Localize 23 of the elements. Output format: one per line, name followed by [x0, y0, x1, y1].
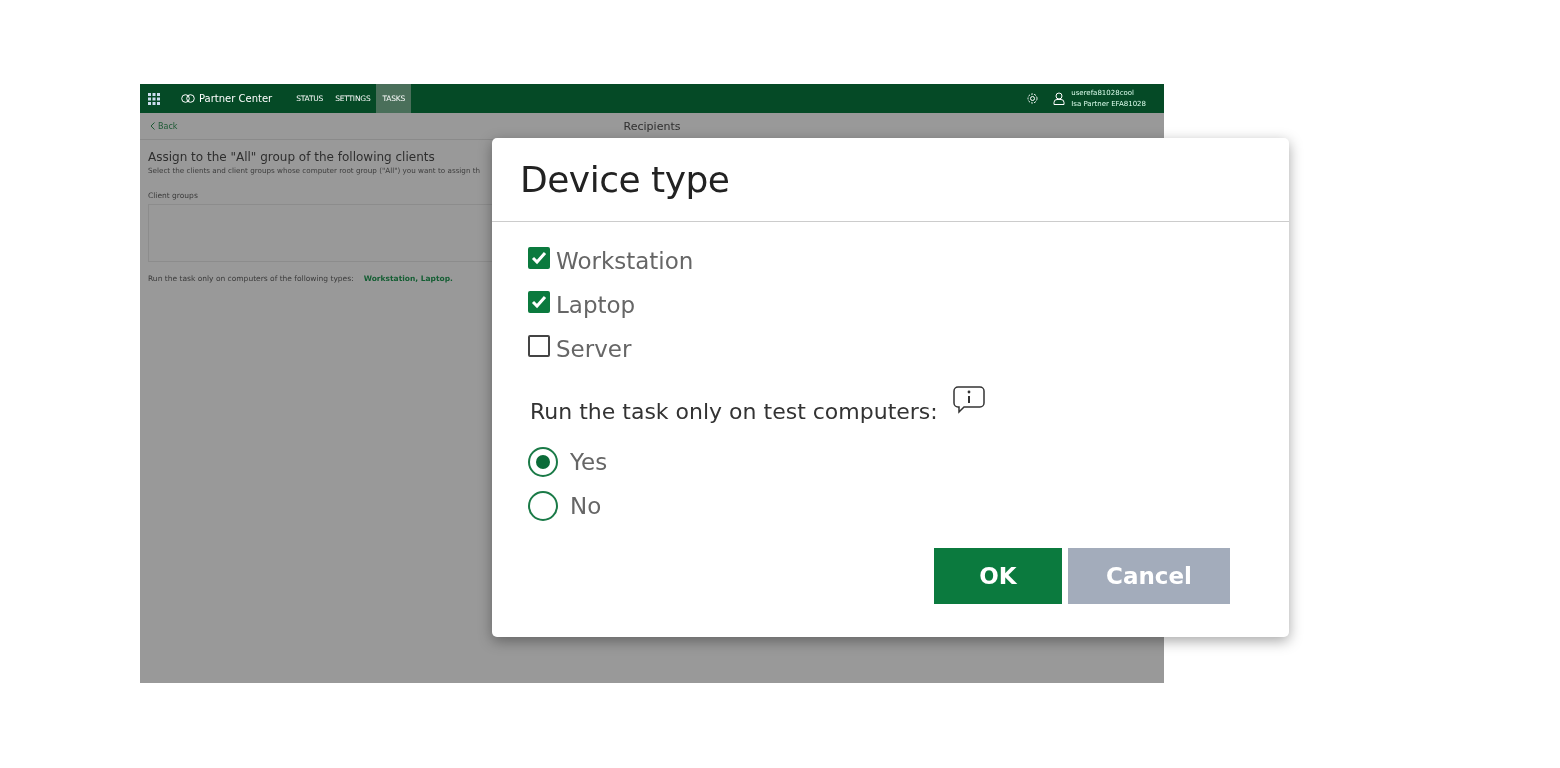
checkbox-label: Server — [556, 336, 632, 362]
ok-button[interactable]: OK — [934, 548, 1062, 604]
checkbox-label: Laptop — [556, 292, 636, 318]
info-icon[interactable] — [951, 385, 986, 415]
radio-button[interactable] — [528, 491, 558, 521]
section-heading: Assign to the "All" group of the following clients — [148, 150, 436, 164]
page-title: Recipients — [623, 119, 681, 133]
radio-button[interactable] — [528, 447, 558, 477]
back-link[interactable]: Back — [140, 121, 624, 131]
checkbox[interactable] — [528, 335, 550, 357]
dialog-title: Device type — [520, 159, 730, 200]
checkbox-label: Workstation — [556, 248, 694, 274]
app-title: Partner Center — [199, 93, 273, 104]
chevron-left-icon — [150, 122, 155, 130]
user-icon[interactable] — [1053, 92, 1066, 105]
test-computers-label: Run the task only on test computers: — [530, 399, 938, 424]
radio-label: No — [570, 493, 602, 519]
apps-grid-icon[interactable] — [148, 92, 160, 105]
radio-label: Yes — [570, 449, 608, 475]
rings-logo-icon — [181, 94, 195, 103]
checkbox[interactable] — [528, 291, 550, 313]
checkbox[interactable] — [528, 247, 550, 269]
settings-icon[interactable] — [1026, 92, 1040, 105]
